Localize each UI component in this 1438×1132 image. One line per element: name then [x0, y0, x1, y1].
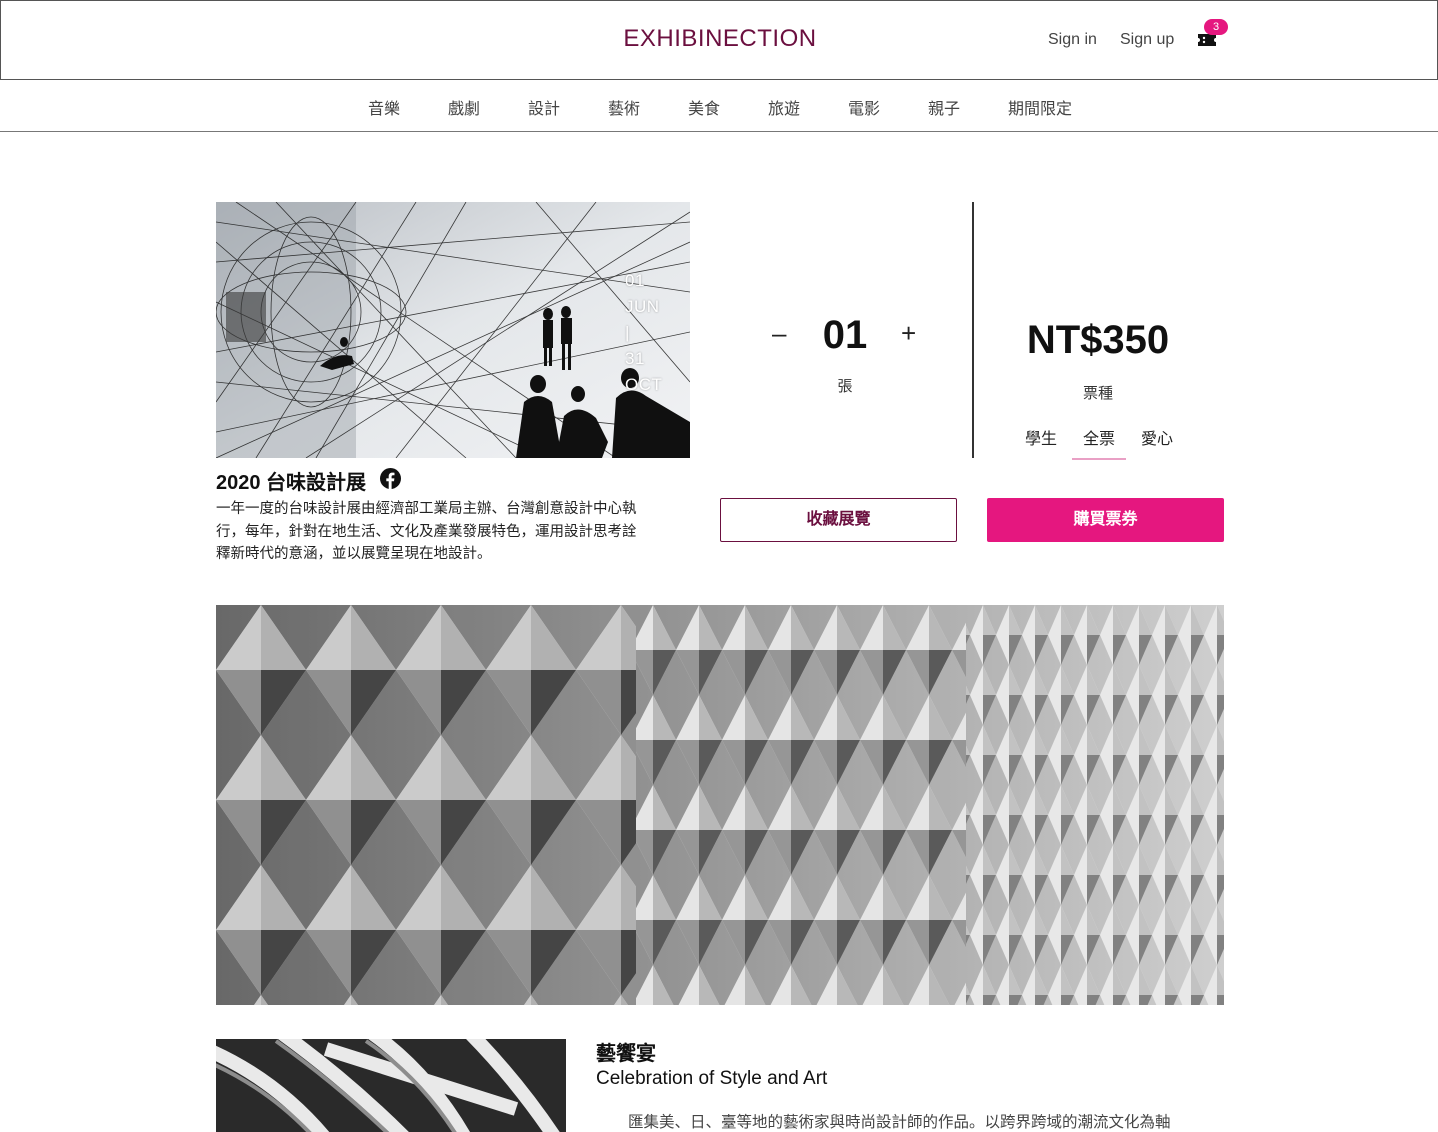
section-thumbnail-image	[216, 1039, 566, 1132]
exhibition-hero-image: 01 JUN | 31 OCT	[216, 202, 690, 458]
date-end-day: 31	[625, 349, 645, 368]
exhibition-date-range: 01 JUN | 31 OCT	[625, 268, 662, 398]
category-art[interactable]: 藝術	[608, 95, 640, 119]
category-food[interactable]: 美食	[688, 95, 720, 119]
vertical-divider	[972, 202, 974, 458]
date-end-month: OCT	[625, 375, 663, 394]
exhibition-description: 一年一度的台味設計展由經濟部工業局主辦、台灣創意設計中心執 行，每年，針對在地生…	[216, 498, 690, 566]
quantity-increase-button[interactable]: +	[901, 318, 916, 348]
sign-up-link[interactable]: Sign up	[1120, 31, 1174, 49]
section-title: 藝饗宴	[596, 1043, 656, 1065]
buy-ticket-button[interactable]: 購買票券	[987, 498, 1224, 542]
category-travel[interactable]: 旅遊	[768, 95, 800, 119]
category-family[interactable]: 親子	[928, 95, 960, 119]
category-design[interactable]: 設計	[528, 95, 560, 119]
sign-in-link[interactable]: Sign in	[1048, 31, 1097, 49]
ticket-option-student[interactable]: 學生	[1025, 425, 1057, 449]
ticket-type-label: 票種	[1082, 385, 1113, 402]
ticket-option-full[interactable]: 全票	[1071, 425, 1127, 460]
exhibition-title: 2020 台味設計展	[216, 472, 367, 494]
section-subtitle: Celebration of Style and Art	[596, 1068, 828, 1089]
save-exhibition-button[interactable]: 收藏展覽	[720, 498, 957, 542]
date-start-day: 01	[625, 271, 645, 290]
ticket-option-charity[interactable]: 愛心	[1141, 425, 1173, 449]
category-nav: 音樂 戲劇 設計 藝術 美食 旅遊 電影 親子 期間限定	[0, 80, 1438, 132]
category-limited[interactable]: 期間限定	[1008, 95, 1072, 119]
quantity-value: 01	[822, 313, 868, 357]
date-separator: |	[625, 323, 630, 342]
description-line: 一年一度的台味設計展由經濟部工業局主辦、台灣創意設計中心執	[216, 501, 637, 517]
quantity-decrease-button[interactable]: –	[772, 318, 786, 348]
category-movie[interactable]: 電影	[848, 95, 880, 119]
cart-count-badge: 3	[1204, 19, 1228, 35]
top-header: EXHIBINECTION	[0, 0, 1438, 80]
description-line: 釋新時代的意涵，並以展覽呈現在地設計。	[216, 546, 492, 562]
quantity-unit: 張	[837, 378, 853, 395]
ticket-price: NT$350	[1026, 318, 1170, 362]
feature-banner-image	[216, 605, 1224, 1005]
description-line: 行，每年，針對在地生活、文化及產業發展特色，運用設計思考詮	[216, 523, 637, 540]
category-drama[interactable]: 戲劇	[448, 95, 480, 119]
date-start-month: JUN	[625, 297, 660, 316]
facebook-icon[interactable]	[380, 468, 401, 489]
section-description: 匯集美、日、臺等地的藝術家與時尚設計師的作品。以跨界跨域的潮流文化為軸	[628, 1113, 1171, 1131]
category-music[interactable]: 音樂	[368, 95, 400, 119]
